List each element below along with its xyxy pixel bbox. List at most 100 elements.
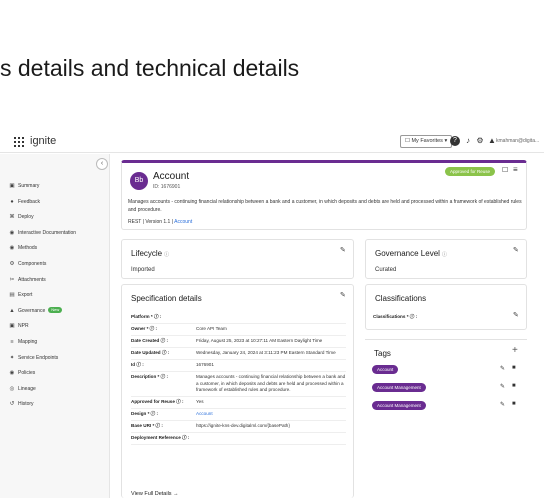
classifications-title: Classifications — [375, 294, 427, 303]
sidebar-item-label: Mapping — [18, 338, 38, 345]
sidebar-item-icon: ⚙ — [9, 260, 15, 267]
edit-tag-icon[interactable]: ✎ — [500, 383, 505, 390]
classifications-label: Classifications * ⓘ : — [373, 314, 418, 319]
my-favorites-button[interactable]: ☐ My Favorites ▾ — [400, 135, 453, 148]
sidebar-item-icon: ▤ — [9, 292, 15, 299]
spec-value[interactable]: Account — [196, 409, 346, 420]
delete-tag-icon[interactable]: ■ — [512, 365, 516, 371]
spec-key: Approved for Reuse ⓘ : — [131, 398, 184, 404]
help-icon[interactable]: ? — [450, 136, 460, 146]
spec-key: Id ⓘ : — [131, 362, 144, 367]
app-window: ignite ☐ My Favorites ▾ ? ♪ ⚙ ▲ kmahman@… — [0, 131, 544, 498]
lifecycle-title: Lifecycle ⓘ — [131, 249, 169, 258]
user-email[interactable]: kmahman@digita... — [496, 138, 539, 144]
spec-value: Core API Team — [196, 326, 227, 331]
sidebar-item-label: Summary — [18, 183, 40, 189]
brand-logo[interactable]: ignite — [30, 135, 56, 147]
sidebar-item-summary[interactable]: ▣ Summary — [0, 179, 110, 195]
sidebar-item-feedback[interactable]: ● Feedback — [0, 195, 110, 211]
sidebar-item-attachments[interactable]: ✂ Attachments — [0, 273, 110, 289]
specification-table: Platform * ⓘ : Owner * ⓘ : Core API Team Da… — [131, 312, 346, 445]
spec-key: Deployment Reference ⓘ : — [131, 434, 190, 440]
spec-row: Owner * ⓘ : Core API Team — [131, 324, 346, 336]
sidebar-item-governance[interactable]: ▲ Governance New — [0, 304, 110, 320]
spec-value — [196, 433, 346, 444]
edit-specification-icon[interactable]: ✎ — [340, 291, 346, 299]
governance-title-text: Governance Level — [375, 249, 440, 258]
status-badge[interactable]: Approved for Reuse — [445, 167, 496, 176]
api-id: ID: 1676901 — [153, 184, 181, 190]
edit-governance-icon[interactable]: ✎ — [513, 246, 519, 254]
lifecycle-title-text: Lifecycle — [131, 249, 163, 258]
delete-tag-icon[interactable]: ■ — [512, 383, 516, 389]
edit-classifications-icon[interactable]: ✎ — [513, 311, 519, 319]
add-tag-button[interactable]: + — [512, 345, 518, 356]
api-meta-link[interactable]: Account — [174, 219, 192, 225]
spec-value: Wednesday, January 24, 2024 at 3:11:23 P… — [196, 350, 336, 355]
sidebar: ‹ ▣ Summary ● Feedback ⌘ Deploy ◉ Interactive D… — [0, 154, 110, 498]
tag-pill[interactable]: Account — [372, 365, 399, 374]
spec-key: Platform * ⓘ : — [131, 314, 162, 319]
app-grid-icon[interactable] — [14, 137, 24, 147]
top-bar: ignite ☐ My Favorites ▾ ? ♪ ⚙ ▲ kmahman@… — [0, 131, 544, 153]
spec-key: Design * ⓘ : — [131, 410, 159, 416]
info-icon[interactable]: ⓘ — [442, 252, 447, 258]
settings-icon[interactable]: ⚙ — [475, 136, 485, 146]
classifications-card: Classifications Classifications * ⓘ : ✎ — [365, 284, 527, 330]
sidebar-item-mapping[interactable]: ≡ Mapping — [0, 335, 110, 351]
edit-tag-icon[interactable]: ✎ — [500, 365, 505, 372]
hero-heading: s details and technical details — [0, 55, 300, 81]
sidebar-item-icon: ◉ — [9, 245, 15, 252]
sidebar-item-deploy[interactable]: ⌘ Deploy — [0, 210, 110, 226]
spec-row: Date Created ⓘ : Friday, August 25, 2023 … — [131, 336, 346, 348]
sidebar-item-icon: ▲ — [9, 307, 15, 314]
sidebar-item-icon: ▣ — [9, 323, 15, 330]
spec-row: Base URI * ⓘ : https://ignite-kns-dev.dig… — [131, 421, 346, 433]
tags-title: Tags — [374, 349, 391, 358]
sidebar-item-interactive-documentation[interactable]: ◉ Interactive Documentation — [0, 226, 110, 242]
delete-tag-icon[interactable]: ■ — [512, 401, 516, 407]
edit-tag-icon[interactable]: ✎ — [500, 401, 505, 408]
sidebar-item-npr[interactable]: ▣ NPR — [0, 319, 110, 335]
sidebar-item-label: NPR — [18, 323, 29, 330]
info-icon[interactable]: ⓘ — [164, 252, 169, 258]
notifications-icon[interactable]: ♪ — [463, 136, 473, 146]
sidebar-item-label: Lineage — [18, 385, 36, 392]
sidebar-item-label: History — [18, 401, 34, 408]
spec-row: Id ⓘ : 1676901 — [131, 360, 346, 372]
sidebar-item-icon: ◉ — [9, 229, 15, 236]
tag-pill[interactable]: Account Management — [372, 383, 426, 392]
sidebar-item-methods[interactable]: ◉ Methods — [0, 241, 110, 257]
edit-lifecycle-icon[interactable]: ✎ — [340, 246, 346, 254]
collapse-sidebar-button[interactable]: ‹ — [96, 158, 108, 170]
sidebar-item-label: Service Endpoints — [18, 354, 59, 361]
spec-row: Design * ⓘ : Account — [131, 409, 346, 421]
menu-icon[interactable]: ≡ — [513, 165, 518, 174]
bookmark-icon[interactable]: ☐ — [502, 166, 508, 174]
governance-value: Curated — [375, 267, 397, 273]
spec-key: Owner * ⓘ : — [131, 326, 158, 331]
tag-row: Account Management ✎ ■ — [372, 383, 522, 393]
governance-card: Governance Level ⓘ ✎ Curated — [365, 239, 527, 279]
sidebar-item-service-endpoints[interactable]: ✦ Service Endpoints — [0, 351, 110, 367]
sidebar-item-export[interactable]: ▤ Export — [0, 288, 110, 304]
spec-key: Date Updated ⓘ : — [131, 350, 170, 355]
sidebar-item-icon: ● — [10, 198, 14, 205]
sidebar-item-icon: ⌘ — [9, 214, 15, 221]
tag-pill[interactable]: Account Management — [372, 401, 426, 410]
sidebar-item-lineage[interactable]: ◎ Lineage — [0, 382, 110, 398]
sidebar-item-history[interactable]: ↺ History — [0, 397, 110, 413]
specification-card: Specification details ✎ Platform * ⓘ : Ow… — [121, 284, 354, 498]
spec-key: Description * ⓘ : — [131, 374, 169, 379]
sidebar-item-label: Methods — [18, 245, 38, 252]
sidebar-item-components[interactable]: ⚙ Components — [0, 257, 110, 273]
spec-row: Approved for Reuse ⓘ : Yes — [131, 397, 346, 409]
view-full-details-link[interactable]: View Full Details → — [131, 491, 179, 497]
sidebar-item-icon: ≡ — [10, 338, 14, 345]
spec-row: Date Updated ⓘ : Wednesday, January 24, 2… — [131, 348, 346, 360]
sidebar-item-policies[interactable]: ◉ Policies — [0, 366, 110, 382]
sidebar-item-label: Deploy — [18, 214, 34, 221]
sidebar-nav: ▣ Summary ● Feedback ⌘ Deploy ◉ Interactive Doc… — [0, 179, 110, 413]
api-title: Account — [153, 171, 190, 182]
lifecycle-value: Imported — [131, 267, 155, 273]
